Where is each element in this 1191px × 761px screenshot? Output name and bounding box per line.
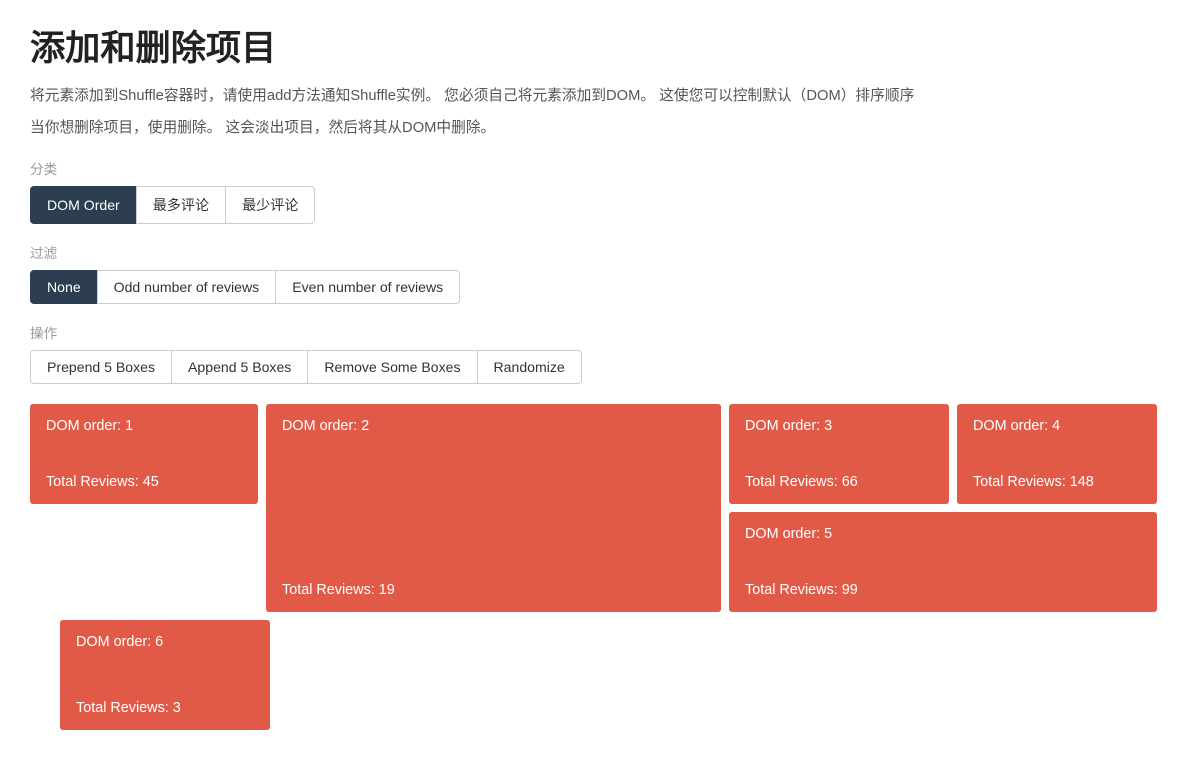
card-4-dom-order: DOM order: 4 [973, 418, 1141, 434]
append-button[interactable]: Append 5 Boxes [171, 350, 308, 384]
filter-none[interactable]: None [30, 270, 98, 304]
actions-group: Prepend 5 Boxes Append 5 Boxes Remove So… [30, 350, 1161, 384]
sort-least-reviews[interactable]: 最少评论 [225, 186, 315, 224]
description-2: 当你想删除项目，使用删除。 这会淡出项目，然后将其从DOM中删除。 [30, 117, 1161, 141]
remove-button[interactable]: Remove Some Boxes [307, 350, 477, 384]
sort-group: DOM Order 最多评论 最少评论 [30, 186, 1161, 224]
card-3-reviews: Total Reviews: 66 [745, 474, 933, 490]
sort-most-reviews[interactable]: 最多评论 [136, 186, 226, 224]
card-2: DOM order: 2 Total Reviews: 19 [266, 404, 721, 612]
filter-even[interactable]: Even number of reviews [275, 270, 460, 304]
card-6: DOM order: 6 Total Reviews: 3 [60, 620, 270, 730]
sort-dom-order[interactable]: DOM Order [30, 186, 137, 224]
card-4: DOM order: 4 Total Reviews: 148 [957, 404, 1157, 504]
description-1: 将元素添加到Shuffle容器时，请使用add方法通知Shuffle实例。 您必… [30, 85, 1161, 109]
randomize-button[interactable]: Randomize [477, 350, 582, 384]
card-2-reviews: Total Reviews: 19 [282, 582, 705, 598]
card-5-reviews: Total Reviews: 99 [745, 582, 1141, 598]
card-1-dom-order: DOM order: 1 [46, 418, 242, 434]
actions-label: 操作 [30, 322, 1161, 342]
card-3: DOM order: 3 Total Reviews: 66 [729, 404, 949, 504]
prepend-button[interactable]: Prepend 5 Boxes [30, 350, 172, 384]
card-4-reviews: Total Reviews: 148 [973, 474, 1141, 490]
card-1-reviews: Total Reviews: 45 [46, 474, 242, 490]
card-6-dom-order: DOM order: 6 [76, 634, 254, 650]
card-6-reviews: Total Reviews: 3 [76, 700, 254, 716]
card-5-dom-order: DOM order: 5 [745, 526, 1141, 542]
filter-label: 过滤 [30, 242, 1161, 262]
card-3-dom-order: DOM order: 3 [745, 418, 933, 434]
card-5: DOM order: 5 Total Reviews: 99 [729, 512, 1157, 612]
page-title: 添加和删除项目 [30, 20, 1161, 71]
card-1: DOM order: 1 Total Reviews: 45 [30, 404, 258, 504]
card-2-dom-order: DOM order: 2 [282, 418, 705, 434]
filter-odd[interactable]: Odd number of reviews [97, 270, 277, 304]
sort-label: 分类 [30, 158, 1161, 178]
filter-group: None Odd number of reviews Even number o… [30, 270, 1161, 304]
